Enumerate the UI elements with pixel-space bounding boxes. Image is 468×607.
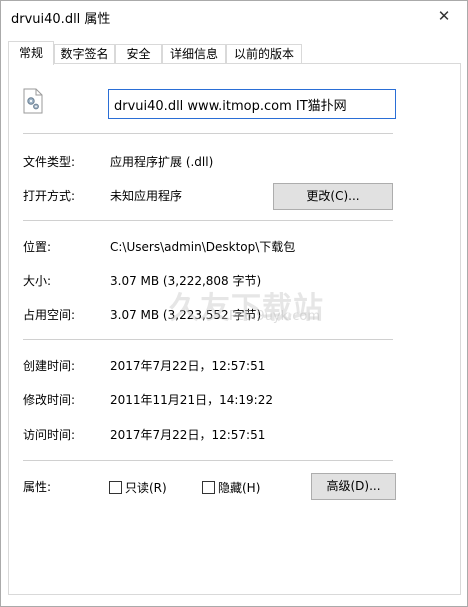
close-icon[interactable]: ✕ (421, 1, 467, 32)
modified-label: 修改时间: (23, 393, 76, 407)
divider (23, 133, 393, 134)
general-panel (8, 63, 461, 595)
readonly-label[interactable]: 只读(R) (125, 479, 167, 496)
advanced-button[interactable]: 高级(D)... (311, 473, 396, 500)
file-name-input[interactable]: drvui40.dll www.itmop.com IT猫扑网 (108, 89, 396, 119)
accessed-value: 2017年7月22日，12:57:51 (110, 428, 266, 442)
tab-details[interactable]: 详细信息 (162, 44, 226, 64)
accessed-label: 访问时间: (23, 428, 76, 442)
divider (23, 460, 393, 461)
attributes-label: 属性: (23, 480, 52, 494)
file-type-value: 应用程序扩展 (.dll) (110, 155, 214, 169)
tab-general[interactable]: 常规 (8, 41, 54, 65)
created-value: 2017年7月22日，12:57:51 (110, 359, 266, 373)
tab-strip: 常规 数字签名 安全 详细信息 以前的版本 (8, 41, 458, 65)
divider (23, 220, 393, 221)
properties-dialog: drvui40.dll 属性 ✕ 常规 数字签名 安全 详细信息 以前的版本 d… (0, 0, 468, 607)
open-with-value: 未知应用程序 (110, 189, 183, 203)
readonly-checkbox[interactable] (109, 481, 122, 494)
tab-security[interactable]: 安全 (115, 44, 162, 64)
modified-value: 2011年11月21日，14:19:22 (110, 393, 273, 407)
title-bar: drvui40.dll 属性 ✕ (1, 1, 467, 32)
file-type-label: 文件类型: (23, 155, 76, 169)
tab-digital-signatures[interactable]: 数字签名 (54, 44, 115, 64)
size-label: 大小: (23, 274, 52, 288)
window-title: drvui40.dll 属性 (11, 12, 111, 27)
created-label: 创建时间: (23, 359, 76, 373)
size-on-disk-label: 占用空间: (23, 308, 76, 322)
hidden-label[interactable]: 隐藏(H) (218, 479, 260, 496)
change-button[interactable]: 更改(C)... (273, 183, 393, 210)
watermark-subtext: Pc6.9uyk.com (229, 309, 321, 324)
divider (23, 339, 393, 340)
open-with-label: 打开方式: (23, 189, 76, 203)
tab-previous-versions[interactable]: 以前的版本 (226, 44, 302, 64)
dll-file-gear-icon (21, 88, 45, 114)
location-label: 位置: (23, 240, 52, 254)
hidden-checkbox[interactable] (202, 481, 215, 494)
location-value: C:\Users\admin\Desktop\下载包 (110, 240, 296, 254)
